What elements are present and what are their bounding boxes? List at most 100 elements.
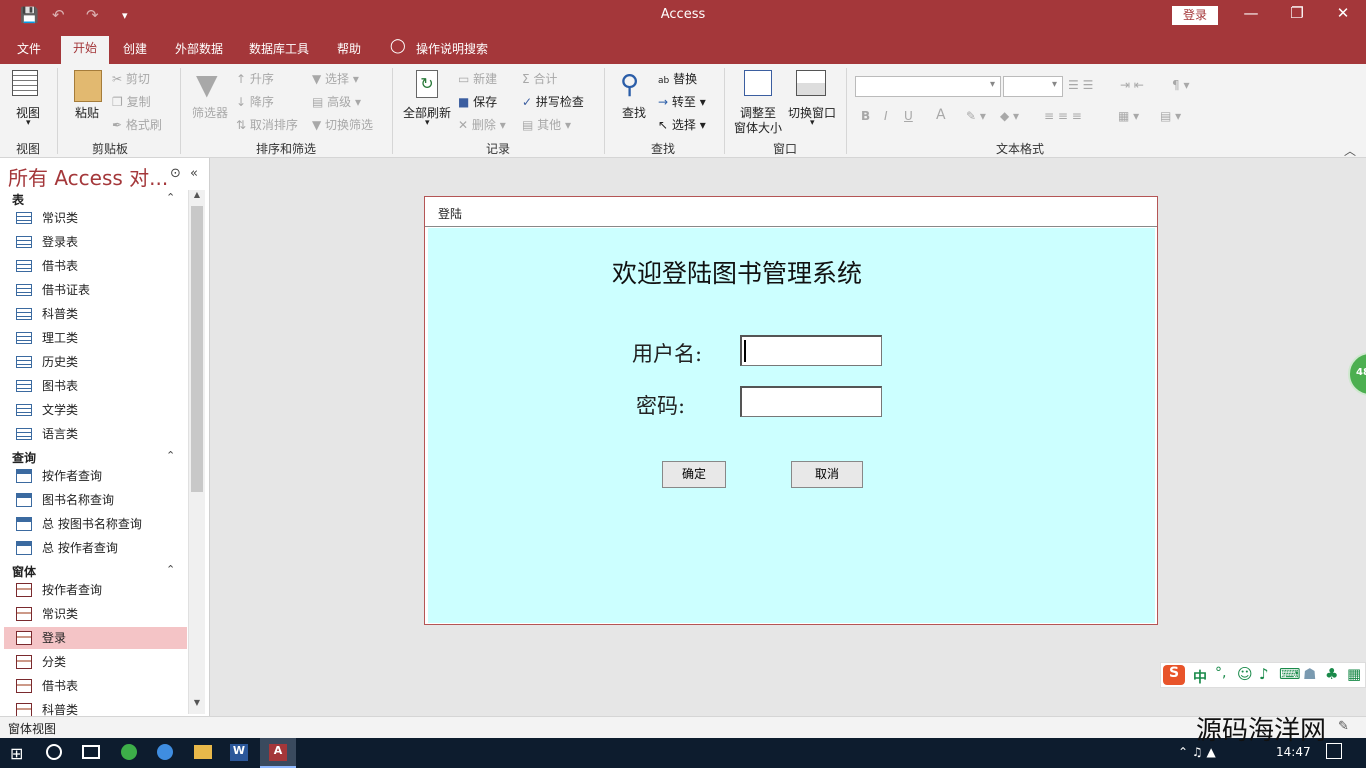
- font-size-select[interactable]: ▾: [1003, 76, 1063, 97]
- nav-item-table[interactable]: 科普类: [4, 303, 187, 325]
- ime-mode[interactable]: 中: [1193, 667, 1207, 687]
- switch-windows-dropdown-icon[interactable]: ▾: [810, 118, 815, 128]
- nav-item-table[interactable]: 图书表: [4, 375, 187, 397]
- tray-icons[interactable]: ⌃ ♫ ▲: [1178, 745, 1216, 759]
- nav-item-table[interactable]: 常识类: [4, 207, 187, 229]
- cut-button[interactable]: ✂ 剪切: [112, 70, 150, 87]
- nav-pane-title[interactable]: 所有 Access 对...: [8, 162, 168, 191]
- nav-item-table[interactable]: 登录表: [4, 231, 187, 253]
- section-tables-header[interactable]: 表: [12, 191, 24, 208]
- tell-me-search[interactable]: 操作说明搜索: [416, 40, 488, 57]
- tab-database-tools[interactable]: 数据库工具: [249, 40, 309, 57]
- word-icon[interactable]: W: [230, 744, 248, 761]
- switch-windows-icon[interactable]: [796, 70, 826, 96]
- totals-button[interactable]: Σ 合计: [522, 70, 557, 87]
- font-name-select[interactable]: ▾: [855, 76, 1001, 97]
- refresh-dropdown-icon[interactable]: ▾: [425, 118, 430, 128]
- scroll-up-icon[interactable]: ▲: [190, 190, 204, 204]
- save-record-button[interactable]: ■ 保存: [458, 93, 497, 110]
- find-icon[interactable]: ⚲: [620, 70, 639, 100]
- tab-external-data[interactable]: 外部数据: [175, 40, 223, 57]
- clock[interactable]: 14:47: [1276, 745, 1311, 759]
- file-explorer-icon[interactable]: [194, 745, 212, 759]
- nav-item-form[interactable]: 常识类: [4, 603, 187, 625]
- select-button[interactable]: ↖ 选择 ▾: [658, 116, 706, 133]
- ok-button[interactable]: 确定: [662, 461, 726, 488]
- access-taskbar-button[interactable]: A: [260, 738, 296, 768]
- align-icons[interactable]: ≡ ≡ ≡: [1044, 109, 1082, 123]
- scroll-down-icon[interactable]: ▼: [190, 698, 204, 712]
- chevron-up-icon[interactable]: ⌃: [166, 449, 175, 462]
- indent-icon[interactable]: ⇥ ⇤: [1120, 78, 1144, 92]
- view-dropdown-icon[interactable]: ▾: [26, 118, 31, 128]
- section-forms-header[interactable]: 窗体: [12, 563, 36, 580]
- collapse-pane-icon[interactable]: «: [190, 166, 198, 181]
- highlight-icon[interactable]: ✎ ▾: [966, 109, 986, 123]
- nav-item-query[interactable]: 图书名称查询: [4, 489, 187, 511]
- nav-item-query[interactable]: 按作者查询: [4, 465, 187, 487]
- delete-record-button[interactable]: ✕ 删除 ▾: [458, 116, 506, 133]
- nav-item-table[interactable]: 借书表: [4, 255, 187, 277]
- toggle-filter-button[interactable]: ▼ 切换筛选: [312, 116, 373, 133]
- view-button[interactable]: [12, 70, 46, 100]
- gridlines-icon[interactable]: ▤ ▾: [1160, 109, 1181, 123]
- italic-button[interactable]: I: [884, 109, 888, 123]
- minimize-button[interactable]: —: [1228, 4, 1274, 22]
- emoji-icon[interactable]: ☺: [1237, 665, 1253, 683]
- nav-item-table[interactable]: 语言类: [4, 423, 187, 445]
- font-color-button[interactable]: A: [936, 107, 946, 123]
- underline-button[interactable]: U: [904, 109, 913, 123]
- ie-browser-icon[interactable]: [157, 744, 173, 760]
- new-record-button[interactable]: ▭ 新建: [458, 70, 497, 87]
- replace-button[interactable]: ab 替换: [658, 70, 697, 87]
- tab-home[interactable]: 开始: [61, 36, 109, 64]
- advanced-filter-button[interactable]: ▤ 高级 ▾: [312, 93, 361, 110]
- nav-item-form[interactable]: 分类: [4, 651, 187, 673]
- nav-menu-icon[interactable]: ⊙: [170, 166, 181, 181]
- cortana-icon[interactable]: [46, 744, 62, 760]
- sort-asc-button[interactable]: ↑ 升序: [236, 70, 274, 87]
- microphone-icon[interactable]: ♪: [1259, 665, 1269, 683]
- keyboard-icon[interactable]: ⌨: [1279, 665, 1301, 683]
- skin-icon[interactable]: ♣: [1325, 665, 1338, 683]
- paste-icon[interactable]: [74, 70, 102, 102]
- cancel-button[interactable]: 取消: [791, 461, 863, 488]
- form-tab[interactable]: 登陆: [425, 197, 1157, 227]
- chevron-up-icon[interactable]: ⌃: [166, 563, 175, 576]
- punctuation-icon[interactable]: °,: [1215, 665, 1226, 681]
- user-icon[interactable]: ☗: [1303, 665, 1316, 683]
- tab-help[interactable]: 帮助: [337, 40, 361, 57]
- spelling-button[interactable]: ✓ 拼写检查: [522, 93, 584, 110]
- nav-item-form-selected[interactable]: 登录: [4, 627, 187, 649]
- rtl-icon[interactable]: ¶ ▾: [1172, 78, 1189, 92]
- format-painter-button[interactable]: ✒ 格式刷: [112, 116, 162, 133]
- tab-create[interactable]: 创建: [123, 40, 147, 57]
- close-button[interactable]: ✕: [1320, 4, 1366, 22]
- sogou-icon[interactable]: S: [1163, 665, 1185, 685]
- scroll-thumb[interactable]: [191, 206, 203, 492]
- section-queries-header[interactable]: 查询: [12, 449, 36, 466]
- goto-button[interactable]: → 转至 ▾: [658, 93, 706, 110]
- nav-item-table[interactable]: 文学类: [4, 399, 187, 421]
- filter-icon[interactable]: ▼: [196, 68, 218, 101]
- size-to-fit-icon[interactable]: [744, 70, 772, 96]
- password-input[interactable]: [740, 386, 882, 417]
- task-view-icon[interactable]: [82, 745, 100, 759]
- toolbox-icon[interactable]: ▦: [1347, 665, 1361, 683]
- username-input[interactable]: [740, 335, 882, 366]
- nav-item-table[interactable]: 历史类: [4, 351, 187, 373]
- windows-start-icon[interactable]: ⊞: [10, 744, 23, 763]
- nav-item-query[interactable]: 总 按图书名称查询: [4, 513, 187, 535]
- design-view-icon[interactable]: ✎: [1338, 719, 1349, 734]
- selection-filter-button[interactable]: ▼ 选择 ▾: [312, 70, 359, 87]
- nav-item-table[interactable]: 理工类: [4, 327, 187, 349]
- bold-button[interactable]: B: [861, 109, 870, 123]
- nav-item-form[interactable]: 按作者查询: [4, 579, 187, 601]
- restore-button[interactable]: ❐: [1274, 4, 1320, 22]
- alternate-row-color-icon[interactable]: ▦ ▾: [1118, 109, 1139, 123]
- nav-scrollbar[interactable]: ▲ ▼: [188, 190, 205, 714]
- refresh-icon[interactable]: ↻: [416, 70, 438, 98]
- fill-color-icon[interactable]: ◆ ▾: [1000, 109, 1019, 123]
- copy-button[interactable]: ❐ 复制: [112, 93, 151, 110]
- collapse-ribbon-icon[interactable]: ︿: [1344, 142, 1356, 159]
